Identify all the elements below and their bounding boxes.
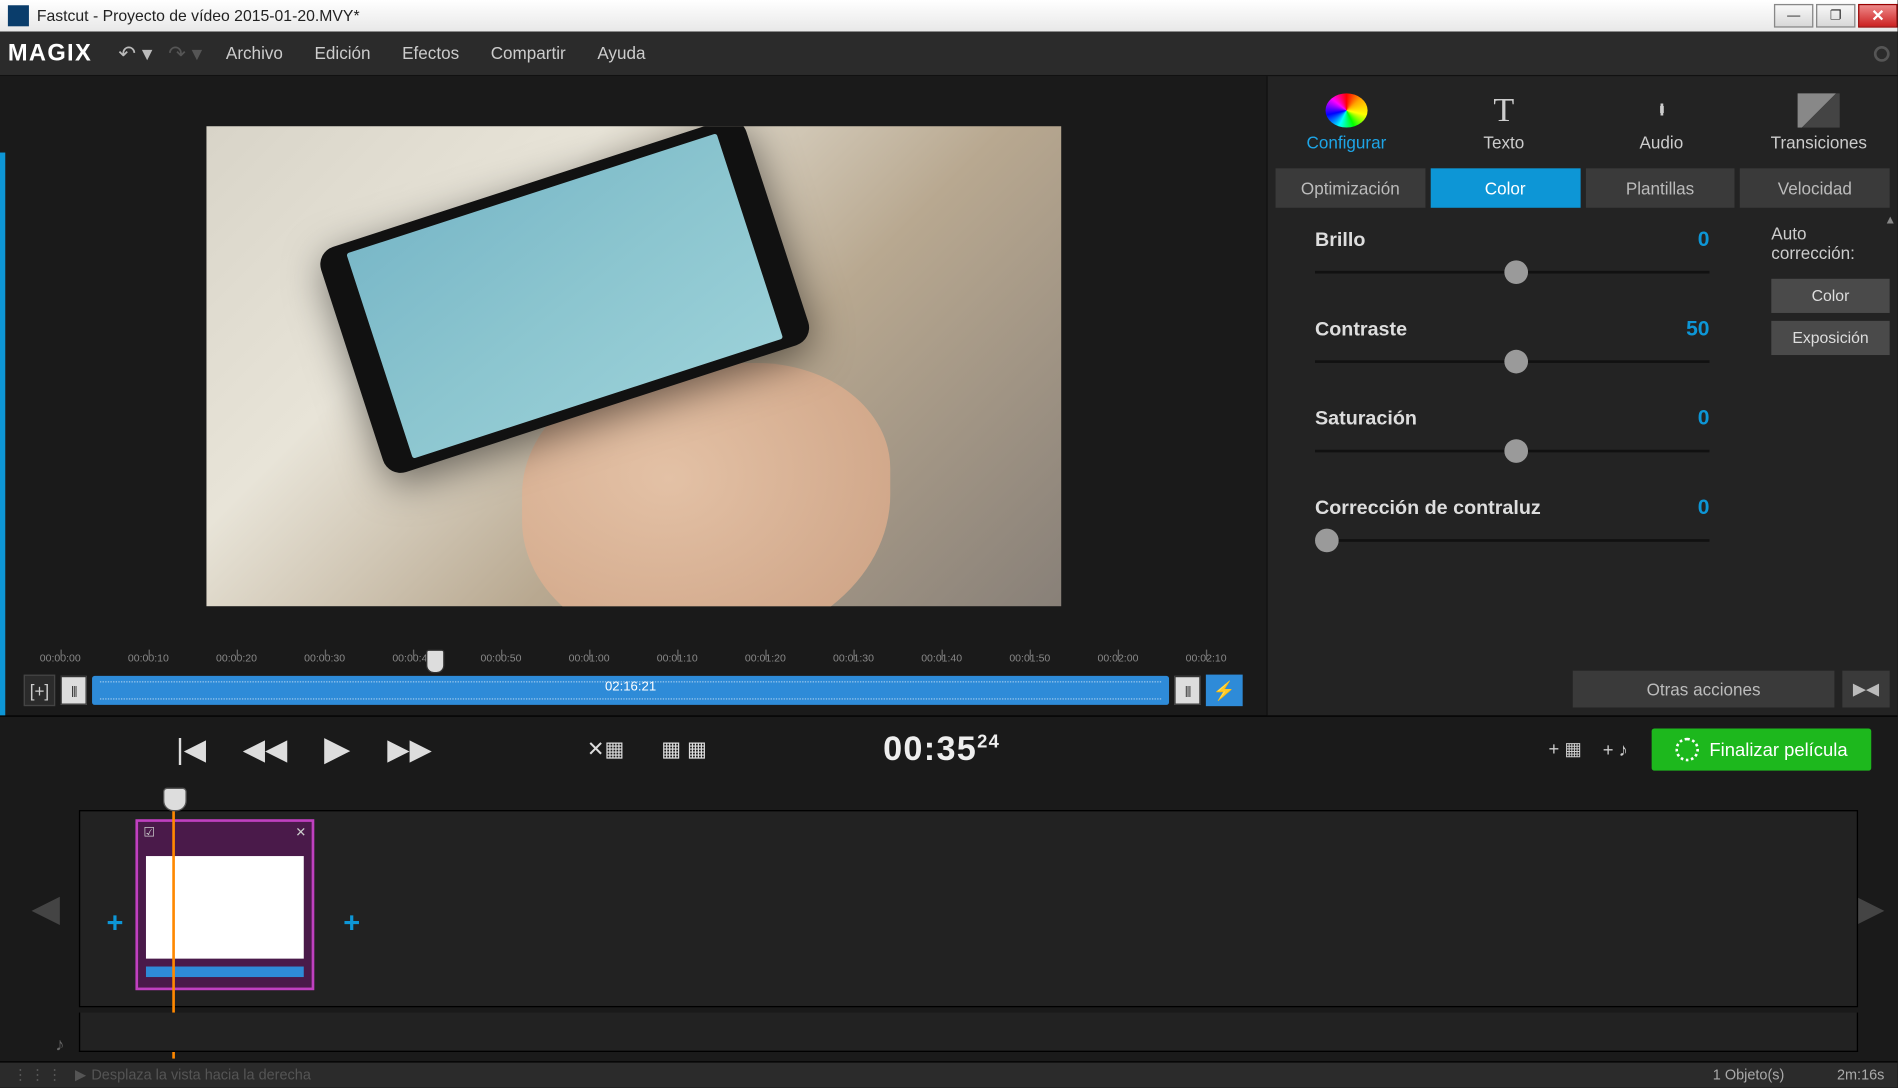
brillo-value: 0 xyxy=(1698,229,1710,253)
add-audio-button[interactable]: + ♪ xyxy=(1603,738,1628,759)
split-button[interactable]: ▦ ▦ xyxy=(661,736,707,762)
window-title: Fastcut - Proyecto de vídeo 2015-01-20.M… xyxy=(37,7,360,25)
audio-icon: ı|ı|ı|ı xyxy=(1640,93,1682,127)
timecode: 00:3524 xyxy=(883,728,1000,770)
text-icon: T xyxy=(1483,93,1525,127)
video-track[interactable]: + + ☑ ✕ xyxy=(79,810,1858,1007)
statusbar: ⋮⋮⋮ ▶ Desplaza la vista hacia la derecha… xyxy=(0,1061,1898,1087)
trim-playhead[interactable] xyxy=(426,650,444,674)
color-wheel-icon xyxy=(1325,93,1367,127)
contraste-value: 50 xyxy=(1686,318,1709,342)
time-ruler[interactable]: 00:00:0000:00:1000:00:2000:00:3000:00:40… xyxy=(24,650,1243,674)
trim-expand-button[interactable]: [+] xyxy=(24,675,56,707)
tab-configurar-label: Configurar xyxy=(1306,132,1386,152)
subtab-plantillas[interactable]: Plantillas xyxy=(1585,168,1735,207)
trim-bar[interactable]: 02:16:21 xyxy=(92,676,1169,705)
tab-audio[interactable]: ı|ı|ı|ı Audio xyxy=(1583,76,1740,168)
add-clip-before-button[interactable]: + xyxy=(107,906,124,940)
transport-bar: |◀ ◀◀ ▶ ▶▶ ✕▦ ▦ ▦ 00:3524 + ▦ + ♪ Finali… xyxy=(0,715,1898,781)
clip-duration-label: 02:16:21 xyxy=(605,680,656,694)
status-hint: Desplaza la vista hacia la derecha xyxy=(91,1067,311,1083)
finalize-label: Finalizar película xyxy=(1709,738,1847,759)
tab-texto-label: Texto xyxy=(1483,132,1524,152)
menu-archivo[interactable]: Archivo xyxy=(226,43,283,63)
app-icon xyxy=(8,5,29,26)
record-indicator-icon xyxy=(1874,45,1890,61)
tab-texto[interactable]: T Texto xyxy=(1425,76,1582,168)
clip-check-icon[interactable]: ☑ xyxy=(143,825,155,839)
subtab-velocidad[interactable]: Velocidad xyxy=(1740,168,1890,207)
autocorr-expo-button[interactable]: Exposición xyxy=(1771,321,1889,355)
clip-thumbnail xyxy=(146,856,304,959)
contraste-label: Contraste xyxy=(1315,318,1407,340)
tab-transiciones-label: Transiciones xyxy=(1771,132,1867,152)
timeline-scroll-left[interactable]: ◀ xyxy=(32,886,60,929)
fastfwd-button[interactable]: ▶▶ xyxy=(387,732,432,766)
saturacion-slider[interactable] xyxy=(1315,439,1710,463)
contraluz-slider[interactable] xyxy=(1315,529,1710,553)
transition-icon xyxy=(1798,93,1840,127)
video-preview[interactable] xyxy=(206,126,1061,606)
autocorr-label: Auto corrección: xyxy=(1771,224,1889,263)
subtab-color[interactable]: Color xyxy=(1430,168,1580,207)
autocorreccion-panel: Auto corrección: Color Exposición xyxy=(1771,224,1889,363)
brillo-slider[interactable] xyxy=(1315,260,1710,284)
tab-transiciones[interactable]: Transiciones xyxy=(1740,76,1897,168)
play-button[interactable]: ▶ xyxy=(324,729,350,770)
add-video-button[interactable]: + ▦ xyxy=(1548,738,1581,760)
timeline: ◀ ▶ ♪ + + ☑ ✕ xyxy=(0,781,1898,1078)
menu-efectos[interactable]: Efectos xyxy=(402,43,459,63)
undo-button[interactable]: ↶ ▾ xyxy=(118,40,152,66)
contraluz-label: Corrección de contraluz xyxy=(1315,497,1541,519)
add-clip-after-button[interactable]: + xyxy=(343,906,360,940)
clip-remove-icon[interactable]: ✕ xyxy=(295,825,306,839)
menu-ayuda[interactable]: Ayuda xyxy=(597,43,645,63)
saturacion-value: 0 xyxy=(1698,408,1710,432)
close-button[interactable]: ✕ xyxy=(1858,4,1897,28)
brand-logo: MAGIX xyxy=(8,39,92,67)
trim-out-handle[interactable]: ||| xyxy=(1174,676,1200,705)
titlebar: Fastcut - Proyecto de vídeo 2015-01-20.M… xyxy=(0,0,1898,32)
maximize-button[interactable]: ❐ xyxy=(1816,4,1855,28)
status-arrow-icon: ▶ xyxy=(75,1066,86,1083)
subtab-optimizacion[interactable]: Optimización xyxy=(1276,168,1426,207)
saturacion-label: Saturación xyxy=(1315,408,1417,430)
music-track-icon: ♪ xyxy=(55,1034,64,1055)
contraluz-value: 0 xyxy=(1698,497,1710,521)
rewind-button[interactable]: ◀◀ xyxy=(243,732,288,766)
contraste-slider[interactable] xyxy=(1315,350,1710,374)
menubar: MAGIX ↶ ▾ ↷ ▾ Archivo Edición Efectos Co… xyxy=(0,32,1898,77)
preview-column: 00:00:0000:00:1000:00:2000:00:3000:00:40… xyxy=(0,76,1266,715)
cut-button[interactable]: ✕▦ xyxy=(587,736,625,762)
color-controls: ▶ Brillo 0 Contraste 50 xyxy=(1268,208,1898,663)
trim-in-handle[interactable]: ||| xyxy=(60,676,86,705)
brillo-label: Brillo xyxy=(1315,229,1365,251)
redo-button[interactable]: ↷ ▾ xyxy=(168,40,202,66)
auto-trim-button[interactable]: ⚡ xyxy=(1206,675,1243,707)
status-duration: 2m:16s xyxy=(1837,1067,1884,1083)
goto-start-button[interactable]: |◀ xyxy=(176,732,206,766)
tab-audio-label: Audio xyxy=(1639,132,1683,152)
audio-track[interactable] xyxy=(79,1013,1858,1052)
finalize-button[interactable]: Finalizar película xyxy=(1652,728,1872,770)
timeline-clip[interactable]: ☑ ✕ xyxy=(135,819,314,990)
autocorr-color-button[interactable]: Color xyxy=(1771,279,1889,313)
status-objects: 1 Objeto(s) xyxy=(1713,1067,1785,1083)
otras-acciones-button[interactable]: Otras acciones xyxy=(1573,671,1835,708)
grip-icon: ⋮⋮⋮ xyxy=(13,1066,64,1083)
sidebar: Configurar T Texto ı|ı|ı|ı Audio Transic… xyxy=(1266,76,1897,715)
jump-end-button[interactable]: ▶◀ xyxy=(1842,671,1889,708)
tab-configurar[interactable]: Configurar xyxy=(1268,76,1425,168)
menu-edicion[interactable]: Edición xyxy=(314,43,370,63)
timeline-scroll-right[interactable]: ▶ xyxy=(1856,886,1884,929)
clip-audio-strip xyxy=(146,967,304,978)
minimize-button[interactable]: — xyxy=(1774,4,1813,28)
menu-compartir[interactable]: Compartir xyxy=(491,43,566,63)
gear-icon xyxy=(1675,737,1699,761)
